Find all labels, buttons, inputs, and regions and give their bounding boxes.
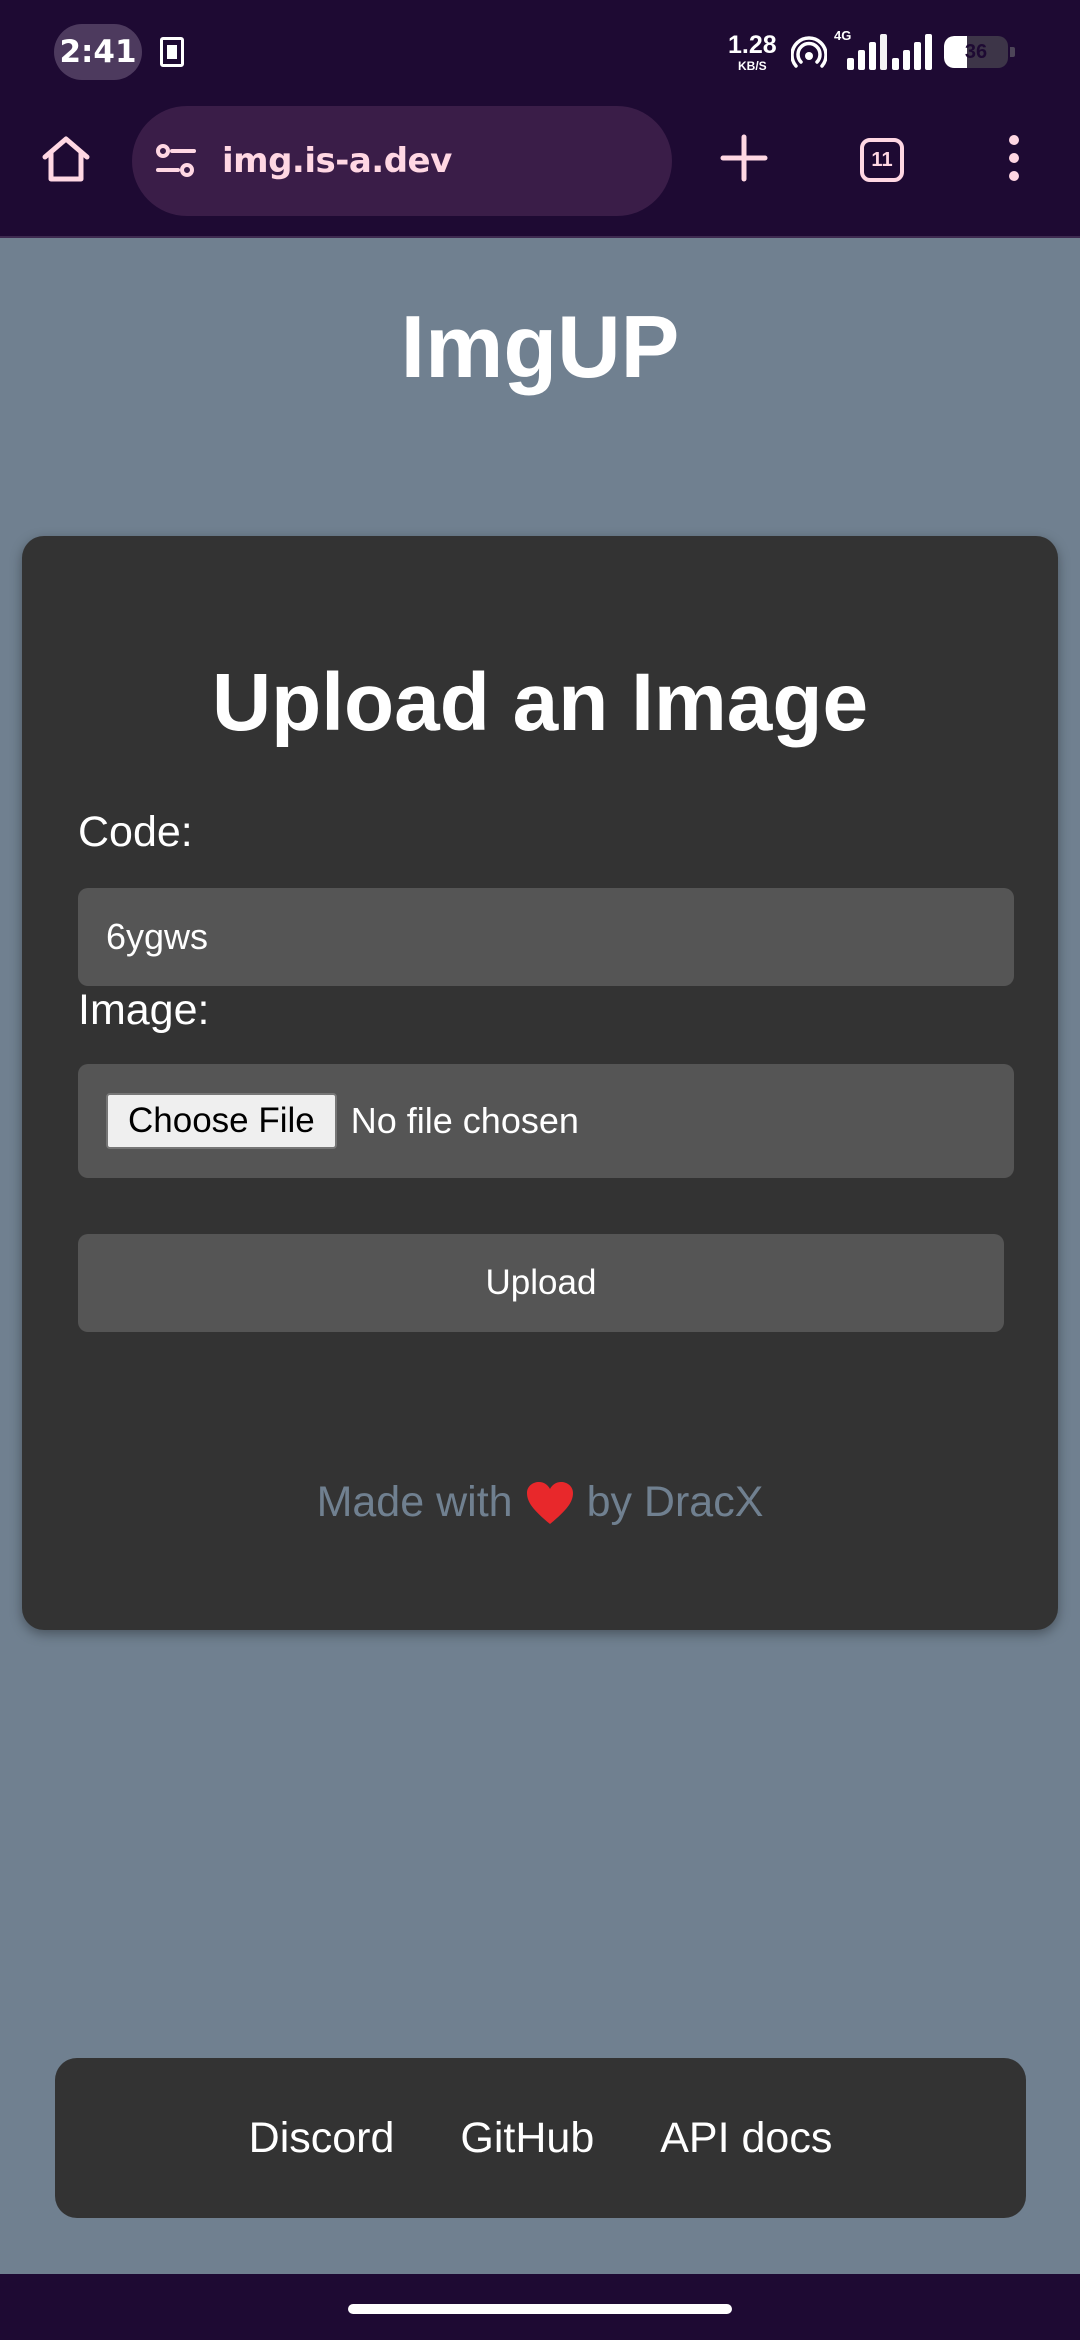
tab-switcher-button[interactable]: 11 xyxy=(854,132,910,188)
upload-button[interactable]: Upload xyxy=(78,1234,1004,1332)
battery-tip xyxy=(1010,47,1015,57)
code-input[interactable] xyxy=(78,888,1014,986)
gesture-home-handle[interactable] xyxy=(348,2304,732,2314)
heart-icon xyxy=(525,1480,575,1526)
footer-links: Discord GitHub API docs xyxy=(55,2058,1026,2218)
clock: 2:41 xyxy=(54,24,142,80)
site-title: ImgUP xyxy=(400,297,680,396)
network-speed-value: 1.28 xyxy=(728,31,777,59)
upload-card: Upload an Image Code: Image: Choose File… xyxy=(22,536,1058,1630)
signal-icon-2 xyxy=(892,34,932,70)
footer-link-github[interactable]: GitHub xyxy=(460,2114,594,2163)
site-settings-icon xyxy=(156,144,196,177)
battery-level: 36 xyxy=(964,40,988,63)
battery-icon: 36 xyxy=(944,36,1008,68)
url-text: img.is-a.dev xyxy=(222,141,452,181)
footer-link-discord[interactable]: Discord xyxy=(249,2114,395,2163)
more-menu-button[interactable] xyxy=(1000,130,1028,186)
signal-icon xyxy=(847,34,887,70)
choose-file-button[interactable]: Choose File xyxy=(106,1093,337,1149)
credit-line: Made with by DracX xyxy=(22,1478,1058,1527)
home-button[interactable] xyxy=(36,126,96,190)
tab-switcher-icon: 11 xyxy=(860,138,904,182)
footer-link-api-docs[interactable]: API docs xyxy=(660,2114,832,2163)
home-icon xyxy=(42,136,90,182)
upload-heading: Upload an Image xyxy=(211,657,869,748)
credit-suffix: by DracX xyxy=(586,1478,764,1526)
network-speed-unit: KB/S xyxy=(738,59,767,73)
status-bar: 2:41 1.28 KB/S 4G 36 xyxy=(0,0,1080,104)
credit-prefix: Made with xyxy=(316,1478,513,1526)
url-bar[interactable]: img.is-a.dev xyxy=(132,106,672,216)
no-file-text: No file chosen xyxy=(350,1100,579,1141)
new-tab-icon xyxy=(720,134,768,182)
browser-toolbar: img.is-a.dev 11 xyxy=(0,104,1080,238)
network-speed: 1.28 KB/S xyxy=(728,31,777,73)
new-tab-button[interactable] xyxy=(716,130,772,186)
more-menu-icon xyxy=(1009,135,1019,181)
notification-icon xyxy=(160,37,184,67)
image-label: Image: xyxy=(78,986,210,1034)
system-nav-bar xyxy=(0,2274,1080,2340)
code-label: Code: xyxy=(78,808,193,856)
hotspot-icon xyxy=(791,36,827,68)
image-file-input[interactable]: Choose File No file chosen xyxy=(78,1064,1014,1178)
